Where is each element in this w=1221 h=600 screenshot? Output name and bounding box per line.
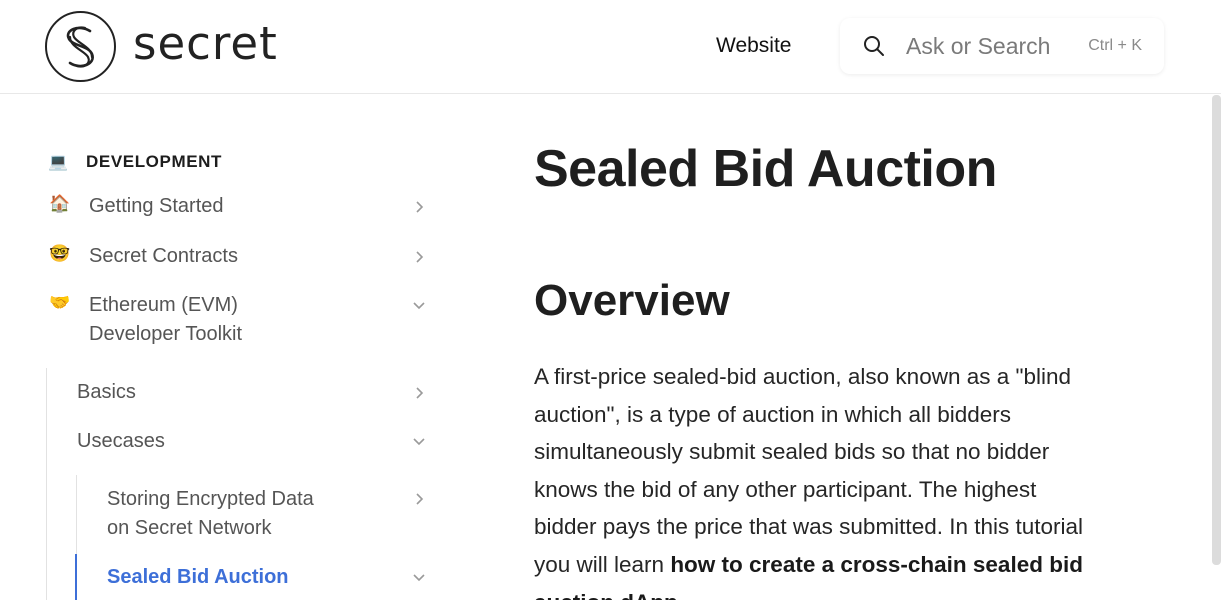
paragraph-text: A first-price sealed-bid auction, also k… xyxy=(534,364,1084,577)
page-scrollbar[interactable] xyxy=(1212,95,1221,565)
laptop-icon: 💻 xyxy=(48,154,68,171)
search-box[interactable]: Ask or Search Ctrl + K xyxy=(840,18,1164,74)
sidebar-item-label-line1: Ethereum (EVM) xyxy=(89,294,238,316)
chevron-down-icon[interactable] xyxy=(412,298,426,312)
secret-logo[interactable]: secret xyxy=(45,11,278,82)
sidebar-item-label: Basics xyxy=(77,381,136,403)
sidebar-item-label: Storing Encrypted Data on Secret Network xyxy=(107,485,314,543)
chevron-right-icon[interactable] xyxy=(412,250,426,264)
sidebar-item-label: Usecases xyxy=(77,430,165,452)
chevron-down-icon[interactable] xyxy=(412,570,426,584)
sidebar-section-development: 💻 DEVELOPMENT xyxy=(48,152,222,172)
sidebar-item-label: Ethereum (EVM) Developer Toolkit xyxy=(89,291,242,349)
handshake-icon: 🤝 xyxy=(49,293,71,312)
sidebar-item-secret-contracts[interactable]: 🤓 Secret Contracts xyxy=(49,242,238,271)
nav-tree-rail xyxy=(46,368,47,600)
active-item-indicator xyxy=(75,554,77,600)
chevron-right-icon[interactable] xyxy=(412,492,426,506)
sidebar-item-label: Secret Contracts xyxy=(89,245,238,267)
page-title: Sealed Bid Auction xyxy=(534,140,997,198)
sidebar-item-basics[interactable]: Basics xyxy=(77,378,136,407)
search-icon xyxy=(864,36,884,56)
search-placeholder: Ask or Search xyxy=(906,32,1051,59)
sidebar-item-label-line2: on Secret Network xyxy=(107,517,272,539)
sidebar-item-storing-encrypted-data[interactable]: Storing Encrypted Data on Secret Network xyxy=(107,485,314,543)
sidebar-nav: 💻 DEVELOPMENT 🏠 Getting Started 🤓 Secret… xyxy=(0,95,480,600)
chevron-right-icon[interactable] xyxy=(412,386,426,400)
house-icon: 🏠 xyxy=(49,194,71,213)
search-shortcut-hint: Ctrl + K xyxy=(1088,37,1142,54)
website-link[interactable]: Website xyxy=(716,34,791,58)
chevron-right-icon[interactable] xyxy=(412,200,426,214)
secret-logo-icon xyxy=(45,11,116,82)
sidebar-item-usecases[interactable]: Usecases xyxy=(77,427,165,456)
sidebar-item-label-line2: Developer Toolkit xyxy=(89,323,243,345)
sidebar-item-getting-started[interactable]: 🏠 Getting Started xyxy=(49,192,224,221)
section-heading-overview: Overview xyxy=(534,276,730,325)
logo-wordmark: secret xyxy=(133,17,278,70)
sidebar-item-sealed-bid-auction[interactable]: Sealed Bid Auction xyxy=(107,563,289,592)
sidebar-section-title: DEVELOPMENT xyxy=(86,152,223,171)
overview-paragraph: A first-price sealed-bid auction, also k… xyxy=(534,358,1094,600)
sidebar-item-label-line1: Storing Encrypted Data xyxy=(107,488,314,510)
sidebar-item-label: Sealed Bid Auction xyxy=(107,566,289,588)
top-header: secret Website Ask or Search Ctrl + K xyxy=(0,0,1221,94)
nerd-face-icon: 🤓 xyxy=(49,244,71,263)
sidebar-item-label: Getting Started xyxy=(89,195,224,217)
chevron-down-icon[interactable] xyxy=(412,434,426,448)
sidebar-item-evm-toolkit[interactable]: 🤝 Ethereum (EVM) Developer Toolkit xyxy=(49,291,242,349)
